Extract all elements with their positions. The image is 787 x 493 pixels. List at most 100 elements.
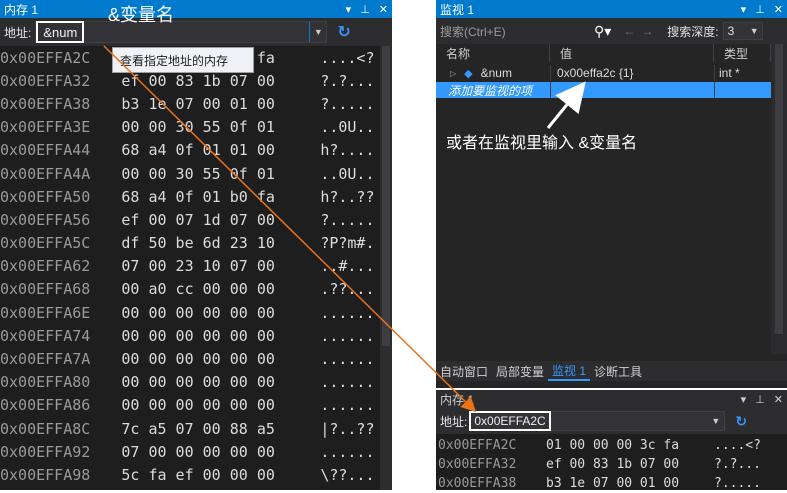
watch-row-type: int * (714, 65, 771, 81)
memory-row: 0x00EFFA80 00 00 00 00 00 00...... (0, 371, 380, 394)
memory-hex: 68 a4 0f 01 b0 fa (121, 187, 275, 206)
annotation-variable: &变量名 (108, 5, 175, 25)
memory-row: 0x00EFFA7A 00 00 00 00 00 00...... (0, 347, 380, 370)
memory-chars: h?.... (320, 141, 375, 160)
memory-address: 0x00EFFA7A (0, 350, 91, 369)
pin-icon[interactable]: ⊥ (755, 393, 765, 406)
memory-title: 内存 1 (440, 392, 475, 407)
memory-address: 0x00EFFA4A (0, 164, 91, 183)
memory-address: 0x00EFFA5C (0, 234, 91, 253)
memory-address: 0x00EFFA32 (0, 71, 91, 90)
memory-chars: ?.?... (714, 457, 761, 472)
scrollbar-thumb[interactable] (382, 46, 390, 346)
memory-address: 0x00EFFA56 (0, 210, 91, 229)
memory-chars: ?.?... (320, 71, 375, 90)
memory-window-right: 内存 1 ▾ ⊥ ✕ 地址: 0x00EFFA2C ▼ ↻ 0x00EFFA2C… (436, 390, 787, 493)
tab-diagnostic-tools[interactable]: 诊断工具 (590, 361, 646, 381)
dropdown-icon[interactable]: ▾ (741, 393, 747, 406)
memory-chars: ....<? (320, 48, 375, 67)
memory-chars: ?..... (320, 94, 375, 113)
memory-address: 0x00EFFA68 (0, 280, 91, 299)
memory-hex: 7c a5 07 00 88 a5 (121, 419, 275, 438)
watch-row[interactable]: ▷ ◆ &num 0x00effa2c {1} int * (436, 65, 771, 81)
memory-row: 0x00EFFA62 07 00 23 10 07 00 ..#... (0, 255, 380, 278)
memory-row: 0x00EFFA74 00 00 00 00 00 00...... (0, 324, 380, 347)
column-header-name[interactable]: 名称 (436, 44, 550, 62)
close-icon[interactable]: ✕ (379, 3, 388, 16)
memory-address: 0x00EFFA6E (0, 303, 91, 322)
search-input[interactable]: 搜索(Ctrl+E) (440, 23, 594, 40)
memory-chars: .??... (320, 280, 375, 299)
memory-hex: b3 1e 07 00 01 00 (546, 476, 680, 491)
memory-hex: 00 a0 cc 00 00 00 (121, 280, 275, 299)
memory-hex: 00 00 30 55 0f 01 (121, 118, 275, 137)
search-depth-label: 搜索深度: (667, 24, 719, 39)
memory-row: 0x00EFFA32 ef 00 83 1b 07 00?.?... (438, 455, 774, 474)
bottom-tabs: 自动窗口 局部变量 监视 1 诊断工具 (436, 361, 787, 381)
refresh-icon[interactable]: ↻ (735, 413, 747, 430)
pin-icon[interactable]: ⊥ (755, 3, 765, 16)
memory-chars: |?..?? (320, 419, 375, 438)
address-value[interactable]: &num (36, 21, 85, 43)
memory-hex: 00 00 00 00 00 00 (121, 396, 275, 415)
memory-address: 0x00EFFA50 (0, 187, 91, 206)
memory-row: 0x00EFFA4A 00 00 30 55 0f 01 ..0U.. (0, 162, 380, 185)
memory-hex: 07 00 00 00 00 00 (121, 442, 275, 461)
memory-address: 0x00EFFA38 (0, 94, 91, 113)
memory-chars: ...... (320, 373, 375, 392)
memory-row: 0x00EFFA8C 7c a5 07 00 88 a5 |?..?? (0, 417, 380, 440)
scrollbar-thumb[interactable] (775, 44, 783, 334)
add-watch-value-cell (550, 82, 714, 98)
watch-add-row[interactable]: 添加要监视的项 (436, 82, 771, 98)
chevron-down-icon[interactable]: ▼ (711, 416, 720, 426)
address-input[interactable]: 0x00EFFA2C ▼ (469, 411, 726, 431)
search-icon[interactable]: ⚲▾ (594, 23, 611, 40)
memory-row: 0x00EFFA5C df 50 be 6d 23 10 ?P?m#. (0, 232, 380, 255)
nav-arrows-icon[interactable]: ←→ (623, 24, 659, 38)
memory-hex: 00 00 00 00 00 00 (121, 350, 275, 369)
refresh-icon[interactable]: ↻ (337, 22, 350, 42)
memory-address: 0x00EFFA38 (438, 476, 517, 491)
address-bar: 地址: &num ▼ ↻ (0, 18, 392, 46)
memory-row: 0x00EFFA68 00 a0 cc 00 00 00.??... (0, 278, 380, 301)
memory-row: 0x00EFFA92 07 00 00 00 00 00...... (0, 440, 380, 463)
annotation-watch: 或者在监视里输入 &变量名 (446, 135, 638, 152)
memory-address: 0x00EFFA74 (0, 326, 91, 345)
column-header-value[interactable]: 值 (550, 44, 714, 62)
scrollbar[interactable] (380, 46, 392, 490)
memory-title-bar: 内存 1 ▾ ⊥ ✕ (0, 0, 392, 18)
memory-chars: ..0U.. (320, 118, 375, 137)
memory-chars: ...... (320, 442, 375, 461)
close-icon[interactable]: ✕ (774, 3, 783, 16)
memory-chars: \??... (320, 465, 375, 484)
variable-icon: ◆ (464, 67, 473, 80)
memory-hex: 68 a4 0f 01 01 00 (121, 141, 275, 160)
tab-autos[interactable]: 自动窗口 (436, 361, 492, 381)
memory-row: 0x00EFFA50 68 a4 0f 01 b0 fa h?..?? (0, 185, 380, 208)
memory-chars: ...... (320, 396, 375, 415)
tab-watch-1[interactable]: 监视 1 (548, 361, 591, 381)
memory-address: 0x00EFFA2C (438, 438, 517, 453)
chevron-down-icon[interactable]: ▼ (750, 26, 759, 36)
search-depth-select[interactable]: 3 ▼ (722, 22, 763, 40)
memory-address: 0x00EFFA62 (0, 257, 91, 276)
dropdown-icon[interactable]: ▾ (346, 3, 352, 16)
memory-hex: 5c fa ef 00 00 00 (121, 465, 275, 484)
address-value[interactable]: 0x00EFFA2C (469, 411, 551, 431)
tab-locals[interactable]: 局部变量 (492, 361, 548, 381)
memory-hex: df 50 be 6d 23 10 (121, 234, 275, 253)
memory-rows: 0x00EFFA2C01 00 00 00 3c fa....<?0x00EFF… (438, 436, 774, 493)
address-input[interactable]: &num ▼ (35, 21, 328, 43)
add-watch-input[interactable]: 添加要监视的项 (436, 82, 550, 98)
pin-icon[interactable]: ⊥ (360, 3, 370, 16)
scrollbar[interactable] (771, 44, 787, 354)
chevron-down-icon[interactable]: ▼ (309, 22, 326, 42)
memory-chars: h?..?? (320, 187, 375, 206)
dropdown-icon[interactable]: ▾ (741, 3, 747, 16)
watch-row-value[interactable]: 0x00effa2c {1} (550, 65, 714, 81)
memory-hex: 00 00 00 00 00 00 (121, 326, 275, 345)
add-watch-type-cell (714, 82, 771, 98)
close-icon[interactable]: ✕ (774, 393, 783, 406)
column-header-type[interactable]: 类型 (714, 44, 771, 62)
expand-icon[interactable]: ▷ (450, 69, 456, 78)
